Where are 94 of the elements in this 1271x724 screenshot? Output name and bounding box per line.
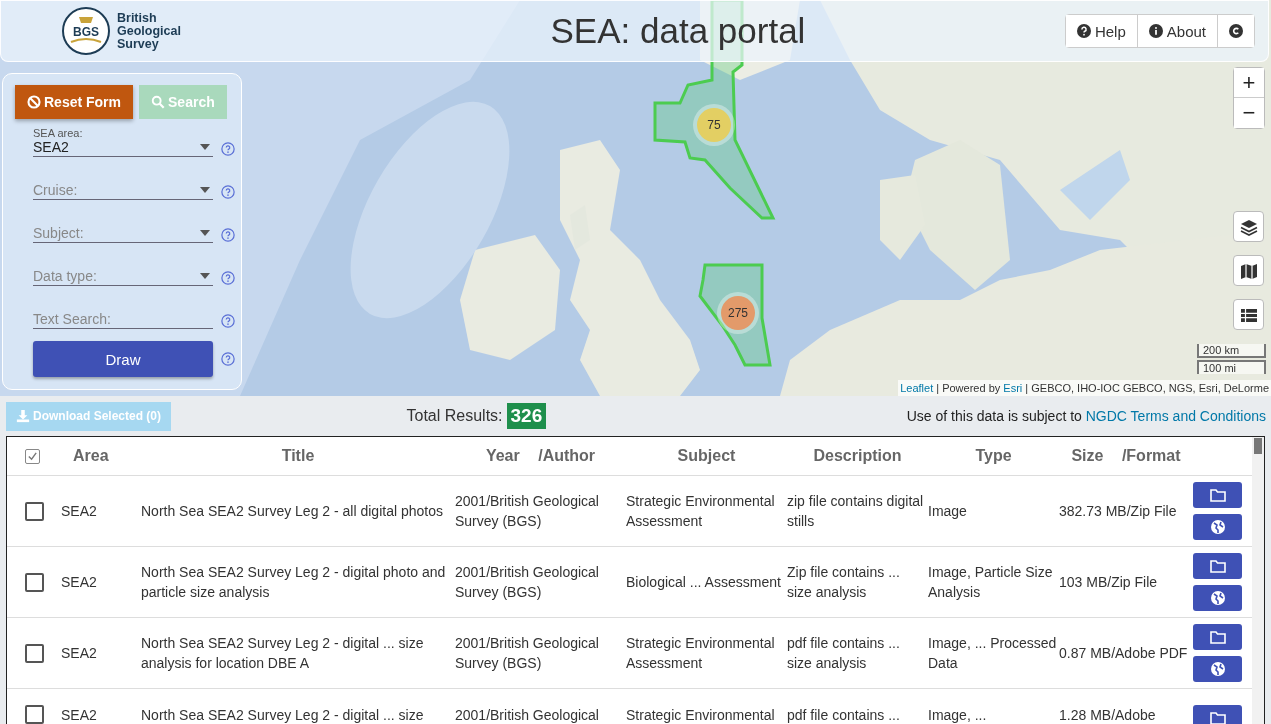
layers-button[interactable]	[1233, 211, 1264, 242]
table-cell-text: SEA2	[60, 706, 98, 724]
basemap-button[interactable]	[1233, 255, 1264, 286]
table-cell-text: 2001/British Geological Survey (BGS)	[455, 634, 600, 673]
row-checkbox[interactable]	[25, 643, 44, 663]
caret-icon	[200, 144, 210, 150]
zoom-in-button[interactable]: +	[1234, 68, 1264, 98]
help-icon	[221, 351, 235, 366]
folder-icon	[1208, 629, 1227, 645]
help-icon	[221, 271, 235, 285]
caret-icon	[200, 230, 210, 236]
dropdown-field[interactable]: SEA area: SEA2	[33, 127, 213, 157]
table-cell-text: North Sea SEA2 Survey Leg 2 - digital ... size	[141, 706, 425, 724]
help-icon	[221, 185, 235, 199]
table-cell-text: 382.73 MB/Zip File	[1059, 502, 1178, 521]
column-header[interactable]: Area	[51, 447, 141, 465]
download-icon	[16, 409, 30, 423]
table-cell-text: SEA2	[60, 644, 98, 663]
table-cell-text: 0.87 MB/Adobe PDF	[1059, 644, 1189, 663]
row-checkbox[interactable]	[25, 705, 44, 724]
help-icon	[221, 142, 235, 156]
map-view-button[interactable]	[1193, 585, 1242, 611]
scrollbar[interactable]	[1252, 437, 1264, 724]
open-folder-button[interactable]	[1193, 482, 1242, 508]
column-header[interactable]: Subject	[626, 447, 787, 465]
scale-bar: 100 mi	[1197, 360, 1266, 374]
globe-icon	[1208, 590, 1227, 606]
folder-icon	[1208, 558, 1227, 574]
search-icon	[151, 95, 166, 109]
column-header[interactable]: Type	[928, 447, 1059, 465]
page-title: SEA: data portal	[549, 11, 807, 51]
table-cell-text: 2001/British Geological Survey (BGS)	[455, 563, 600, 602]
table-cell-text: Zip file contains ... size analysis	[787, 563, 901, 602]
caret-icon	[200, 273, 210, 279]
attribution-link[interactable]: Esri	[1003, 382, 1023, 394]
open-folder-button[interactable]	[1193, 553, 1242, 579]
map-icon	[1239, 261, 1258, 280]
table-cell-text: Image, ... Processed Data	[928, 634, 1058, 673]
table-cell-text: Image, ...	[928, 706, 988, 724]
table-cell-text: SEA2	[60, 502, 98, 521]
help-icon	[221, 228, 235, 242]
table-cell-text: Image	[928, 502, 968, 521]
map-view-button[interactable]	[1193, 656, 1242, 682]
help-icon	[1076, 24, 1091, 38]
caret-icon	[200, 187, 210, 193]
copyright-icon	[1229, 24, 1243, 38]
column-header[interactable]: Size /Format	[1059, 447, 1193, 465]
help-icon	[221, 314, 235, 328]
column-header[interactable]: Description	[787, 447, 928, 465]
scrollbar-thumb[interactable]	[1254, 438, 1262, 454]
select-all-checkbox[interactable]	[25, 448, 40, 464]
table-cell-text: Strategic Environmental Assessment	[626, 492, 776, 531]
layers-icon	[1239, 217, 1258, 236]
draw-button[interactable]: Draw	[33, 341, 213, 377]
table-cell-text: SEA2	[60, 573, 98, 592]
attribution-link[interactable]: Leaflet	[900, 382, 934, 394]
row-checkbox[interactable]	[25, 501, 44, 521]
column-header[interactable]: Title	[141, 447, 455, 465]
folder-icon	[1208, 487, 1227, 503]
open-folder-button[interactable]	[1193, 705, 1242, 724]
table-cell-text: Strategic Environmental Assessment	[626, 634, 776, 673]
folder-icon	[1208, 710, 1227, 724]
help-button[interactable]: Help	[1065, 15, 1138, 47]
table-cell-text: Biological ... Assessment	[626, 573, 782, 592]
ban-icon	[27, 95, 41, 109]
open-folder-button[interactable]	[1193, 624, 1242, 650]
table-cell-text: North Sea SEA2 Survey Leg 2 - digital ... size analysis for location DBE A	[141, 634, 425, 673]
attribution-text: Leaflet | Powered by Esri | GEBCO, IHO-IOC GEBCO, NGS, Esri, DeLorme	[898, 380, 1271, 396]
table-cell-text: North Sea SEA2 Survey Leg 2 - all digital photos	[141, 502, 444, 521]
table-cell-text: Image, Particle Size Analysis	[928, 563, 1054, 602]
terms-text: Use of this data is subject to NGDC Terms and Conditions	[906, 408, 1266, 424]
table-cell-text: 103 MB/Zip File	[1059, 573, 1159, 592]
logo-text: British Geological Survey	[117, 11, 181, 51]
globe-icon	[1208, 661, 1227, 677]
logo-icon: BGS	[61, 6, 111, 56]
column-header[interactable]: Year /Author	[455, 447, 626, 465]
map-view-button[interactable]	[1193, 514, 1242, 540]
total-results-label: Total Results:	[406, 407, 503, 425]
table-cell-text: pdf file contains ... size analysis	[787, 634, 901, 673]
legend-button[interactable]	[1233, 299, 1264, 330]
table-cell-text: Strategic Environmental	[626, 706, 776, 724]
table-cell-text: 2001/British Geological	[455, 706, 600, 724]
results-count: 326	[506, 403, 547, 429]
row-checkbox[interactable]	[25, 572, 44, 592]
scale-bar: 200 km	[1197, 344, 1266, 358]
table-cell-text: zip file contains digital stills	[787, 492, 925, 531]
info-icon	[1148, 24, 1163, 38]
globe-icon	[1208, 519, 1227, 535]
table-cell-text: North Sea SEA2 Survey Leg 2 - digital photo and particle size analysis	[141, 563, 447, 602]
table-cell-text: pdf file contains ...	[787, 706, 901, 724]
table-cell-text: 2001/British Geological Survey (BGS)	[455, 492, 600, 531]
table-cell-text: 1.28 MB/Adobe	[1059, 706, 1157, 724]
reset-button[interactable]: Reset Form	[15, 85, 134, 119]
terms-link[interactable]: NGDC Terms and Conditions	[1085, 408, 1266, 424]
